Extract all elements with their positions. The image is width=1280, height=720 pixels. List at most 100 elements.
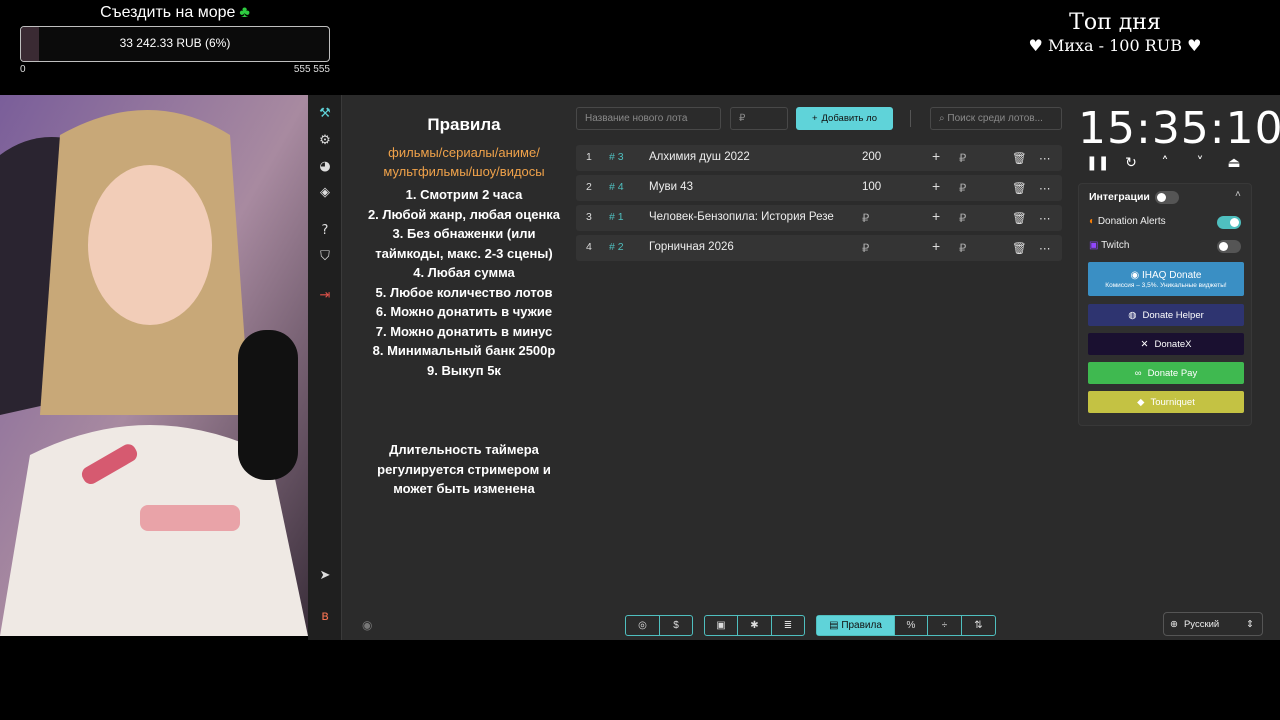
pause-icon[interactable]: ❚❚ — [1086, 155, 1109, 171]
sidebar: ⚒ ⚙ ◕ ◈ ? ⛉ ⇥ ➤ ʙ — [308, 95, 342, 640]
auction-app: ⚒ ⚙ ◕ ◈ ? ⛉ ⇥ ➤ ʙ Правила фильмы/сериалы… — [308, 95, 1280, 640]
rule-item: 8. Минимальный банк 2500р — [372, 343, 556, 358]
clover-icon: ♣ — [239, 4, 250, 21]
github-icon[interactable]: ◎ — [626, 616, 660, 635]
chevron-up-icon[interactable]: ˄ — [1235, 189, 1241, 200]
add-amount-icon[interactable]: + — [932, 148, 940, 164]
goal-max: 555 555 — [293, 64, 330, 75]
timer-display: 15:35:10 — [1078, 103, 1280, 154]
rules-icon: ▤ — [829, 620, 839, 631]
trash-icon[interactable]: 🗑 — [1012, 241, 1027, 255]
reset-icon[interactable]: ↻ — [1120, 155, 1142, 171]
webcam-feed — [0, 95, 308, 636]
rules-title: Правила — [427, 115, 501, 134]
divider — [910, 110, 911, 127]
goal-progress-bar: 33 242.33 RUB (6%) — [20, 26, 330, 62]
rule-item: 4. Любая сумма — [413, 265, 515, 280]
rule-item: 6. Можно донатить в чужие — [375, 304, 553, 319]
more-icon[interactable]: ⋯ — [1039, 181, 1051, 195]
rules-categories: фильмы/сериалы/аниме/ мультфильмы/шоу/ви… — [383, 145, 545, 179]
more-icon[interactable]: ⋯ — [1039, 241, 1051, 255]
rule-item: 1. Смотрим 2 часа — [405, 187, 523, 202]
donate-pay-button[interactable]: ∞ Donate Pay — [1088, 362, 1244, 384]
logout-icon[interactable]: ⇥ — [308, 282, 342, 308]
sort-icon[interactable]: ⇅ — [962, 616, 995, 635]
plus-icon: + — [811, 113, 818, 124]
boosty-icon[interactable]: ʙ — [308, 603, 342, 629]
lot-row[interactable]: 2 # 4 Муви 43 100 + ₽ 🗑 ⋯ — [576, 175, 1062, 201]
top-day-title: Топ дня — [1069, 10, 1161, 35]
save-icon[interactable]: ▣ — [705, 616, 738, 635]
rules-tab[interactable]: ▤ Правила — [817, 616, 895, 635]
trash-icon[interactable]: 🗑 — [1012, 151, 1027, 165]
twitch-toggle[interactable] — [1217, 240, 1241, 253]
donatex-icon: ✕ — [1140, 338, 1149, 350]
notes-icon[interactable]: ≣ — [772, 616, 804, 635]
decrease-time-icon[interactable]: ˅ — [1189, 155, 1211, 171]
globe-icon: ⊕ — [1170, 618, 1178, 630]
lot-row[interactable]: 1 # 3 Алхимия душ 2022 200 + ₽ 🗑 ⋯ — [576, 145, 1062, 171]
goal-current: 33 242.33 RUB (6%) — [119, 36, 231, 50]
increase-time-icon[interactable]: ˄ — [1154, 155, 1176, 171]
split-icon[interactable]: ÷ — [928, 616, 962, 635]
search-input[interactable]: ⌕ Поиск среди лотов... — [930, 107, 1062, 130]
trash-icon[interactable]: 🗑 — [1012, 211, 1027, 225]
tourniquet-button[interactable]: ◆ Tourniquet — [1088, 391, 1244, 413]
lot-row[interactable]: 4 # 2 Горничная 2026 ₽ + ₽ 🗑 ⋯ — [576, 235, 1062, 261]
rules-note: Длительность таймера регулируется стриме… — [377, 442, 551, 496]
goal-title: Съездить на море ♣ — [100, 4, 250, 21]
hammer-icon[interactable]: ⚒ — [308, 100, 342, 126]
search-icon: ⌕ — [939, 113, 945, 124]
top-day-widget: Топ дня ♥ Миха - 100 RUB ♥ — [1010, 10, 1220, 56]
language-select[interactable]: ⊕ Русский ⇕ — [1163, 612, 1263, 636]
integrations-toggle[interactable] — [1155, 191, 1179, 204]
top-day-entry: ♥ Миха - 100 RUB ♥ — [1028, 36, 1202, 55]
donate-pay-icon: ∞ — [1134, 367, 1142, 379]
integrations-panel: Интеграции ˄ ◐ Donation Alerts ▣ Twitch … — [1078, 183, 1252, 426]
layers-icon[interactable]: ◈ — [308, 179, 342, 205]
heart-icon: ♥ — [1028, 36, 1043, 55]
footer-links-group: ◎ $ — [625, 615, 693, 636]
add-amount-icon[interactable]: + — [932, 208, 940, 224]
rule-item: 9. Выкуп 5к — [427, 362, 501, 378]
dollar-icon[interactable]: $ — [660, 616, 692, 635]
rule-item: 5. Любое количество лотов — [375, 284, 553, 300]
bug-icon[interactable]: ✱ — [738, 616, 772, 635]
new-lot-input[interactable]: Название нового лота — [576, 107, 721, 130]
add-amount-icon[interactable]: + — [932, 238, 940, 254]
donation-alerts-toggle[interactable] — [1217, 216, 1241, 229]
chevron-updown-icon: ⇕ — [1246, 618, 1254, 630]
footer-views-group: ▤ Правила % ÷ ⇅ — [816, 615, 996, 636]
twitch-row: ▣ Twitch — [1089, 240, 1130, 251]
add-lot-button[interactable]: + Добавить ло — [796, 107, 893, 130]
donate-helper-button[interactable]: ◍ Donate Helper — [1088, 304, 1244, 326]
tourniquet-icon: ◆ — [1137, 396, 1145, 408]
telegram-icon[interactable]: ➤ — [308, 562, 342, 588]
heart-icon: ♥ — [1187, 36, 1202, 55]
rule-item: 2. Любой жанр, любая оценка — [367, 206, 561, 222]
ihaq-donate-button[interactable]: ◉ IHAQ Donate Комиссия – 3,5%. Уникальны… — [1088, 262, 1244, 296]
goal-min: 0 — [20, 64, 26, 75]
more-icon[interactable]: ⋯ — [1039, 151, 1051, 165]
add-amount-icon[interactable]: + — [932, 178, 940, 194]
footer-tools-group: ▣ ✱ ≣ — [704, 615, 805, 636]
donation-alerts-icon: ◐ — [1089, 216, 1096, 227]
gear-icon[interactable]: ⚙ — [308, 127, 342, 153]
lot-row[interactable]: 3 # 1 Человек-Бензопила: История Резе ₽ … — [576, 205, 1062, 231]
donatex-button[interactable]: ✕ DonateX — [1088, 333, 1244, 355]
rules-panel: Правила фильмы/сериалы/аниме/ мультфильм… — [364, 115, 564, 499]
shield-icon[interactable]: ⛉ — [308, 243, 342, 269]
rule-item: 7. Можно донатить в минус — [375, 323, 553, 339]
pie-chart-icon[interactable]: ◕ — [308, 153, 342, 179]
rule-item: 3. Без обнаженки (или таймкоды, макс. 2-… — [375, 226, 553, 261]
ukraine-flag-icon: ◉ — [1130, 269, 1140, 281]
trash-icon[interactable]: 🗑 — [1012, 181, 1027, 195]
lot-amount-input[interactable]: ₽ — [730, 107, 788, 130]
eject-icon[interactable]: ⏏ — [1223, 155, 1245, 171]
eye-icon[interactable]: ◉ — [362, 618, 372, 632]
more-icon[interactable]: ⋯ — [1039, 211, 1051, 225]
donate-helper-icon: ◍ — [1128, 309, 1137, 321]
help-icon[interactable]: ? — [308, 217, 342, 243]
donation-alerts-row: ◐ Donation Alerts — [1089, 216, 1166, 227]
percent-icon[interactable]: % — [895, 616, 928, 635]
